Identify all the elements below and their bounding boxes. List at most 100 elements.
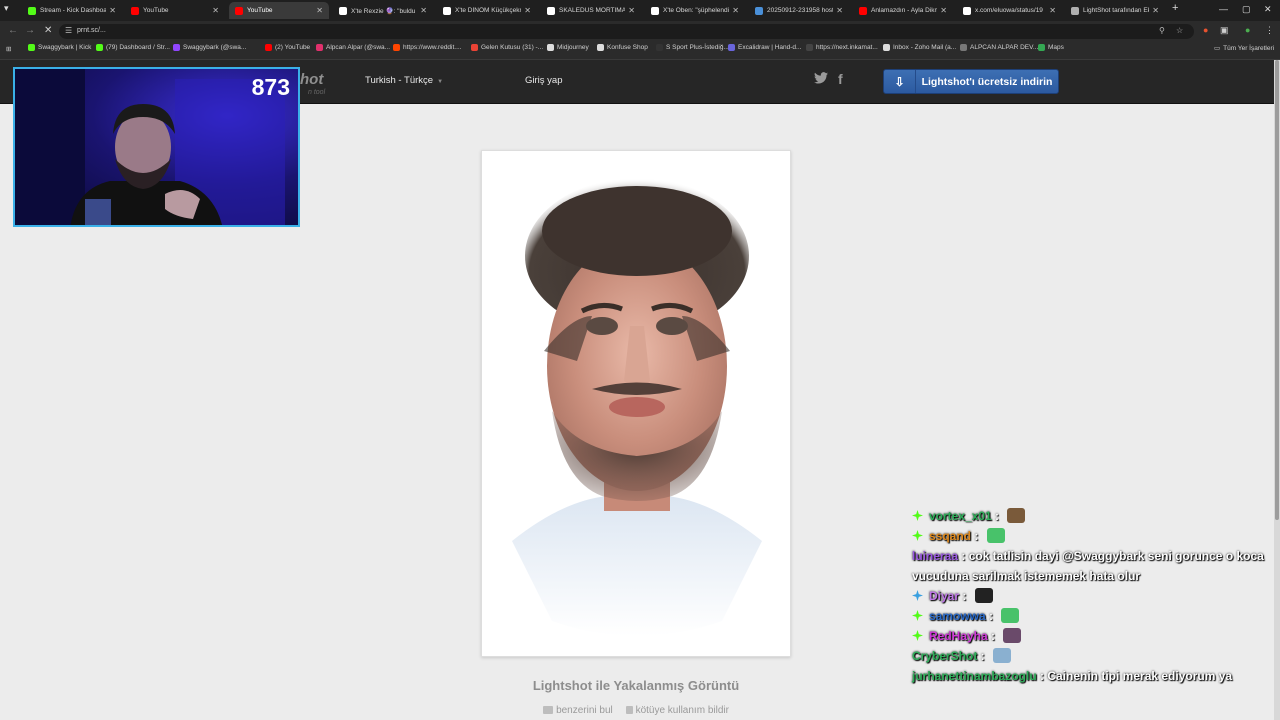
chat-text: Cainenin tipi merak ediyorum ya: [1047, 669, 1233, 683]
bookmark-item[interactable]: Excalidraw | Hand-d...: [728, 44, 801, 51]
scrollbar-thumb[interactable]: [1275, 60, 1279, 520]
close-icon[interactable]: ✕: [524, 6, 531, 15]
bookmark-favicon: [656, 44, 663, 51]
extensions-puzzle-icon[interactable]: ▣: [1220, 25, 1229, 36]
close-icon[interactable]: ✕: [940, 6, 947, 15]
tab-5[interactable]: SKALEDUS MORTIMAS Te✕: [541, 2, 641, 19]
apps-grid-icon[interactable]: ⊞: [6, 45, 11, 53]
bookmark-item[interactable]: Gelen Kutusu (31) -...: [471, 44, 543, 51]
emote-icon: [974, 588, 993, 603]
bookmark-item[interactable]: (2) YouTube: [265, 44, 310, 51]
tab-7[interactable]: 20250912-231958 hosted✕: [749, 2, 849, 19]
bookmark-item[interactable]: ALPCAN ALPAR DEV...: [960, 44, 1038, 51]
tab-3[interactable]: X'te Rexzie 🔮: "buldu be ✕: [333, 2, 433, 19]
close-icon[interactable]: ✕: [316, 6, 323, 15]
minimize-button[interactable]: —: [1219, 4, 1228, 14]
bookmark-item[interactable]: Alpcan Alpar (@swa...: [316, 44, 390, 51]
close-icon[interactable]: ✕: [628, 6, 635, 15]
bookmark-favicon: [728, 44, 735, 51]
lightshot-logo[interactable]: hot: [300, 71, 323, 88]
bookmark-item[interactable]: https://next.inkamat...: [806, 44, 878, 51]
forward-icon[interactable]: →: [25, 25, 35, 36]
window-close-button[interactable]: ✕: [1264, 4, 1272, 15]
badge-icon: [912, 590, 923, 601]
menu-kebab-icon[interactable]: ⋮: [1265, 25, 1274, 36]
bookmark-item[interactable]: S Sport Plus-İstediğ...: [656, 44, 729, 51]
badge-icon: [912, 610, 923, 621]
extension-icon[interactable]: ●: [1203, 25, 1208, 35]
tab-4[interactable]: X'te DİNÖM Küçükçekme ✕: [437, 2, 537, 19]
badge-icon: [912, 630, 923, 641]
download-button-label: Lightshot'ı ücretsiz indirin: [921, 75, 1053, 88]
site-info-icon[interactable]: ☰: [65, 26, 72, 35]
bookmark-item[interactable]: Maps: [1038, 44, 1064, 51]
tab-title: X'te DİNÖM Küçükçekme: [455, 7, 522, 14]
bookmark-favicon: [28, 44, 35, 51]
tab-title: YouTube: [247, 7, 273, 14]
screenshot-image[interactable]: [481, 150, 791, 657]
tab-0[interactable]: Stream - Kick Dashboard ✕: [22, 2, 122, 19]
language-selector[interactable]: Turkish - Türkçe ▼: [365, 75, 443, 86]
address-bar-row: ← → ✕ ☰ prnt.sc/... ⚲ ☆ ● ▣ ● ⋮: [0, 21, 1280, 41]
bookmark-item[interactable]: Swaggybark (@swa...: [173, 44, 246, 51]
chat-username: ssqand: [929, 529, 972, 543]
bookmark-label: Alpcan Alpar (@swa...: [326, 44, 391, 51]
facebook-icon[interactable]: f: [838, 71, 843, 87]
tab-1[interactable]: YouTube ✕: [125, 2, 225, 19]
tab-title: SKALEDUS MORTIMAS Te: [559, 7, 626, 14]
download-button[interactable]: ⇩ Lightshot'ı ücretsiz indirin: [883, 69, 1059, 94]
tab-search-icon[interactable]: ▾: [4, 3, 9, 14]
close-icon[interactable]: ✕: [420, 6, 427, 15]
tab-9[interactable]: x.com/eluowa/status/19 ✕: [957, 2, 1062, 19]
close-icon[interactable]: ✕: [732, 6, 739, 15]
bookmark-item[interactable]: Midjourney: [547, 44, 589, 51]
login-link[interactable]: Giriş yap: [525, 75, 562, 86]
reload-icon[interactable]: ✕: [44, 25, 52, 36]
chat-username: samowwa: [929, 609, 986, 623]
new-tab-button[interactable]: +: [1172, 2, 1178, 14]
bookmark-item[interactable]: https://www.reddit....: [393, 44, 462, 51]
report-abuse-link[interactable]: kötüye kullanım bildir: [625, 705, 729, 716]
tab-2[interactable]: YouTube ✕: [229, 2, 329, 19]
bookmark-item[interactable]: Inbox - Zoho Mail (a...: [883, 44, 956, 51]
tab-favicon: [963, 6, 971, 15]
maximize-button[interactable]: ▢: [1242, 4, 1251, 15]
chat-message: luineraa : cok tatlisin dayi @Swaggybark…: [912, 549, 1264, 583]
close-icon[interactable]: ✕: [212, 6, 219, 15]
url-text[interactable]: prnt.sc/...: [77, 27, 106, 34]
bookmarks-bar: ⊞ Swaggybark | Kick (79) Dashboard / Str…: [0, 41, 1280, 60]
close-icon[interactable]: ✕: [1049, 6, 1056, 15]
bookmark-item[interactable]: Konfuse Shop: [597, 44, 648, 51]
emote-icon: [1007, 508, 1026, 523]
close-icon[interactable]: ✕: [836, 6, 843, 15]
tab-favicon: [859, 6, 867, 15]
bookmark-favicon: [883, 44, 890, 51]
tab-title: Stream - Kick Dashboard: [40, 7, 107, 14]
bookmark-favicon: [597, 44, 604, 51]
chat-username: RedHayha: [929, 629, 988, 643]
tab-10[interactable]: LightShot tarafından Ekra✕: [1065, 2, 1165, 19]
bookmark-item[interactable]: Swaggybark | Kick: [28, 44, 91, 51]
close-icon[interactable]: ✕: [1152, 6, 1159, 15]
bookmark-label: https://www.reddit....: [403, 44, 462, 51]
emote-icon: [1001, 608, 1020, 623]
bookmark-item[interactable]: (79) Dashboard / Str...: [96, 44, 170, 51]
bookmark-label: Konfuse Shop: [607, 44, 648, 51]
find-similar-link[interactable]: benzerini bul: [543, 705, 613, 716]
tab-8[interactable]: Anlamazdın - Ayla Dikme ✕: [853, 2, 953, 19]
bookmark-favicon: [173, 44, 180, 51]
page-scrollbar[interactable]: [1274, 60, 1280, 720]
bookmark-star-icon[interactable]: ☆: [1176, 26, 1183, 35]
close-icon[interactable]: ✕: [109, 6, 116, 15]
tab-title: LightShot tarafından Ekra: [1083, 7, 1149, 14]
tab-6[interactable]: X'te Oben: "şüphelendi ki ✕: [645, 2, 745, 19]
twitter-icon[interactable]: [814, 72, 828, 87]
all-bookmarks[interactable]: ▭ Tüm Yer İşaretleri: [1214, 44, 1274, 53]
address-bar[interactable]: ☰ prnt.sc/... ⚲ ☆: [59, 24, 1194, 39]
back-icon[interactable]: ←: [8, 25, 18, 36]
profile-avatar[interactable]: ●: [1245, 25, 1250, 35]
chat-username: vortex_x01: [929, 509, 992, 523]
folder-icon: ▭: [1214, 45, 1221, 52]
zoom-icon[interactable]: ⚲: [1159, 26, 1165, 35]
chat-message: jurhanettinambazoglu : Cainenin tipi mer…: [912, 669, 1233, 683]
